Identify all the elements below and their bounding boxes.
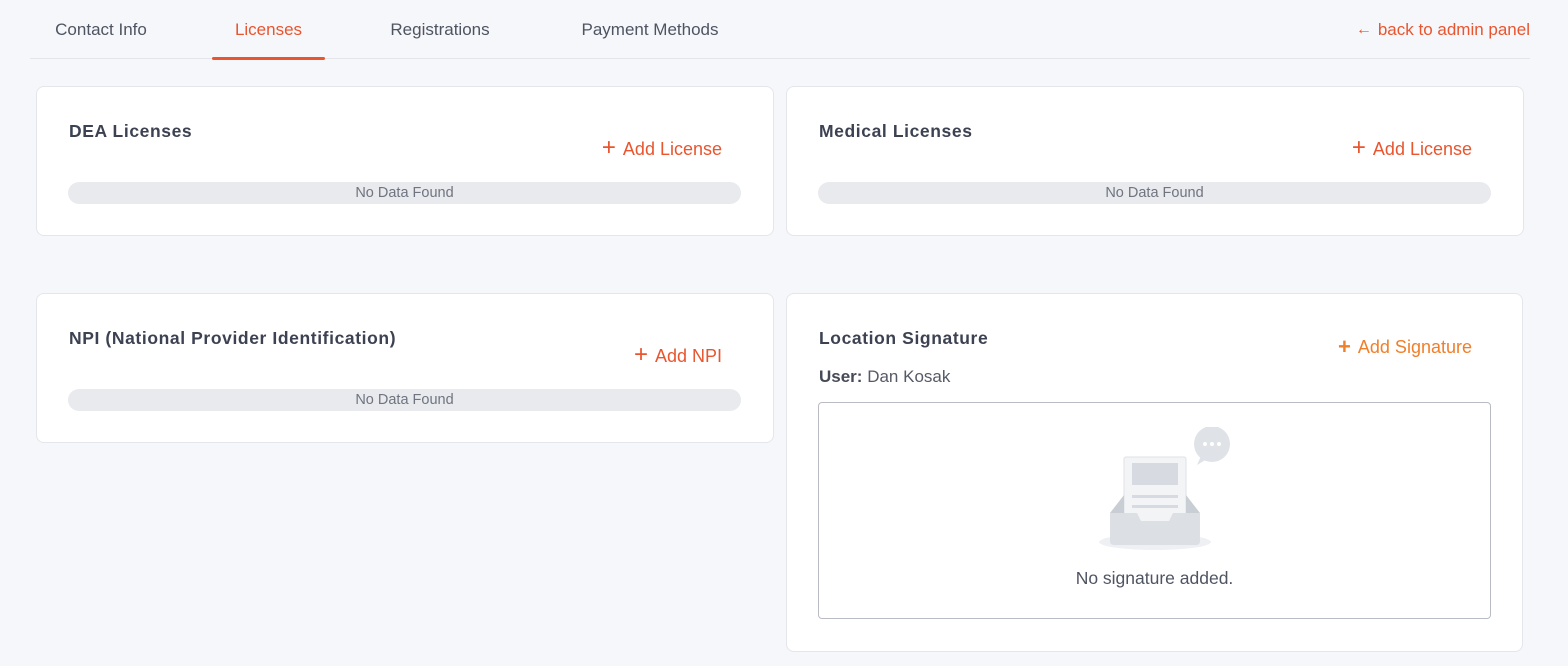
add-button-label: Add Signature — [1357, 337, 1472, 357]
tab-registrations[interactable]: Registrations — [385, 0, 495, 60]
card-title: DEA Licenses — [69, 121, 193, 141]
back-to-admin-link[interactable]: ← back to admin panel — [1356, 0, 1530, 60]
empty-inbox-icon — [1099, 427, 1230, 550]
tab-bar: Contact Info Licenses Registrations Paym… — [30, 0, 1530, 60]
card-title: Location Signature — [819, 328, 989, 348]
dea-licenses-card: DEA Licenses + Add License No Data Found — [36, 86, 774, 236]
tab-contact-info[interactable]: Contact Info — [50, 0, 152, 60]
signature-area[interactable]: No signature added. — [818, 402, 1491, 619]
npi-card: NPI (National Provider Identification) +… — [36, 293, 774, 443]
card-title: NPI (National Provider Identification) — [69, 328, 397, 348]
no-signature-text: No signature added. — [1075, 568, 1234, 588]
empty-state-bar: No Data Found — [818, 182, 1491, 204]
tab-payment-methods[interactable]: Payment Methods — [574, 0, 726, 60]
plus-icon: + — [1338, 333, 1351, 359]
empty-state-bar: No Data Found — [68, 389, 741, 411]
add-button-label: Add License — [1372, 138, 1472, 159]
empty-state-bar: No Data Found — [68, 182, 741, 204]
user-label: User: — [819, 367, 863, 386]
back-link-label: back to admin panel — [1377, 20, 1530, 39]
card-title: Medical Licenses — [819, 121, 973, 141]
add-button-label: Add License — [622, 138, 722, 159]
add-button-label: Add NPI — [654, 345, 722, 366]
add-signature-button[interactable]: + Add Signature — [1338, 333, 1472, 359]
plus-icon: + — [1351, 134, 1366, 161]
location-signature-card: Location Signature + Add Signature User:… — [786, 293, 1523, 652]
medical-licenses-card: Medical Licenses + Add License No Data F… — [786, 86, 1524, 236]
plus-icon: + — [601, 134, 616, 161]
arrow-left-icon: ← — [1355, 21, 1372, 38]
add-dea-license-button[interactable]: + Add License — [601, 134, 722, 161]
add-medical-license-button[interactable]: + Add License — [1351, 134, 1472, 161]
tab-licenses[interactable]: Licenses — [212, 0, 325, 60]
plus-icon: + — [633, 341, 648, 368]
user-name: Dan Kosak — [867, 367, 951, 386]
add-npi-button[interactable]: + Add NPI — [633, 341, 722, 368]
signature-user: User: Dan Kosak — [819, 367, 950, 387]
